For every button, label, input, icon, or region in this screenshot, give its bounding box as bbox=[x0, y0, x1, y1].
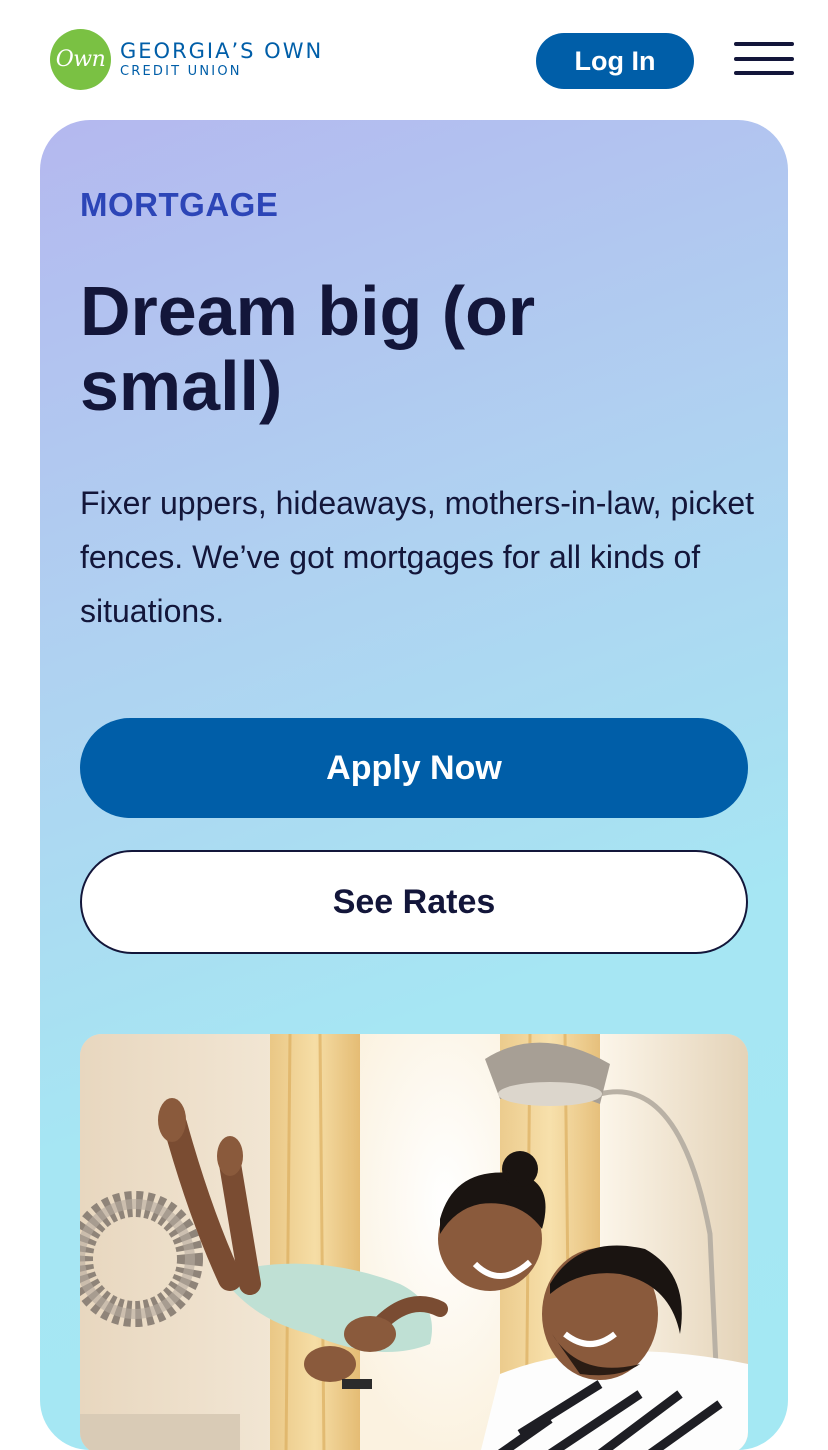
menu-bar bbox=[734, 71, 794, 75]
hamburger-menu-icon[interactable] bbox=[734, 42, 794, 76]
hero-headline: Dream big (or small) bbox=[80, 272, 536, 425]
apply-now-button[interactable]: Apply Now bbox=[80, 718, 748, 818]
hero-card: MORTGAGE Dream big (or small) Fixer uppe… bbox=[40, 120, 788, 1450]
section-eyebrow: MORTGAGE bbox=[80, 186, 279, 223]
menu-bar bbox=[734, 42, 794, 46]
father-lifting-daughter-photo bbox=[80, 1034, 748, 1450]
login-button[interactable]: Log In bbox=[536, 33, 694, 89]
see-rates-button[interactable]: See Rates bbox=[80, 850, 748, 954]
logo-wordmark: GEORGIA’S OWN CREDIT UNION bbox=[120, 39, 324, 79]
logo-link[interactable]: Own GEORGIA’S OWN CREDIT UNION bbox=[50, 29, 323, 90]
logo-line-credit-union: CREDIT UNION bbox=[120, 64, 242, 79]
logo-badge: Own bbox=[50, 29, 111, 90]
hero-description: Fixer uppers, hideaways, mothers-in-law,… bbox=[80, 485, 755, 629]
site-header: Own GEORGIA’S OWN CREDIT UNION Log In bbox=[0, 0, 828, 120]
logo-line-georgias-own: GEORGIA’S OWN bbox=[120, 39, 324, 63]
menu-bar bbox=[734, 57, 794, 61]
